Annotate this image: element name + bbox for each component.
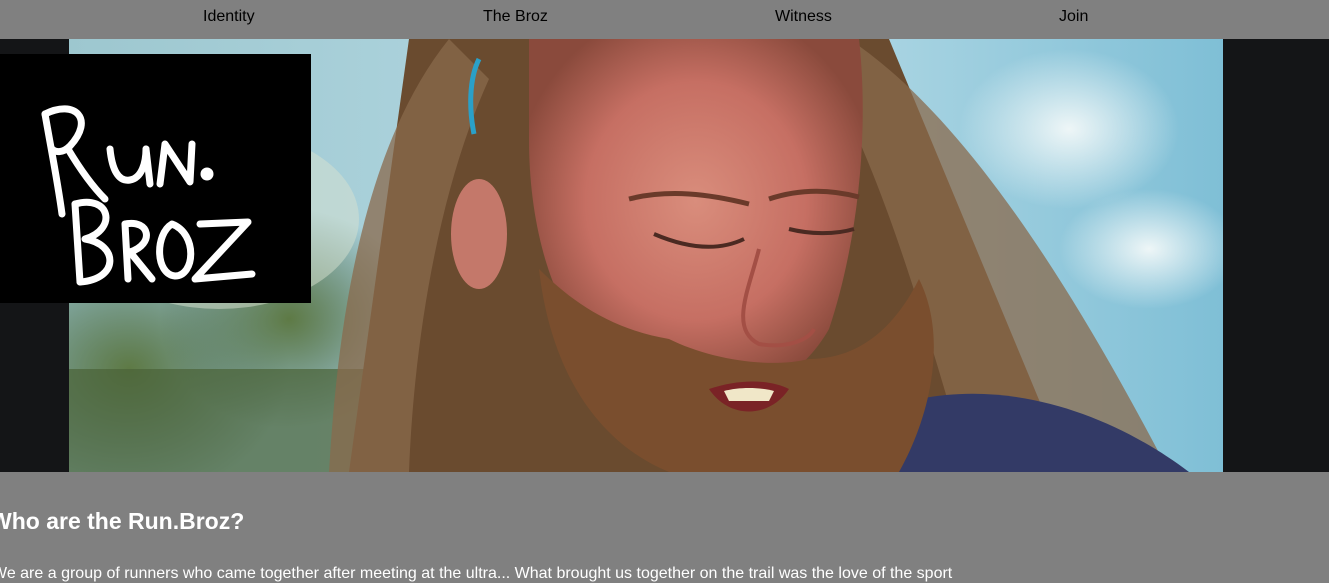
about-heading: Who are the Run.Broz?: [0, 508, 245, 534]
nav-link-identity[interactable]: Identity: [203, 8, 255, 26]
logo-wordmark: [41, 105, 256, 286]
about-section: Who are the Run.Broz? We are a group of …: [0, 472, 1329, 582]
hero-banner: [0, 39, 1329, 472]
about-body-text: We are a group of runners who came toget…: [0, 565, 953, 582]
run-broz-logo[interactable]: [0, 54, 311, 303]
nav-link-the-broz[interactable]: The Broz: [483, 8, 548, 26]
nav-link-join[interactable]: Join: [1059, 8, 1088, 26]
top-navigation: Identity The Broz Witness Join: [0, 0, 1329, 39]
nav-link-witness[interactable]: Witness: [775, 8, 832, 26]
